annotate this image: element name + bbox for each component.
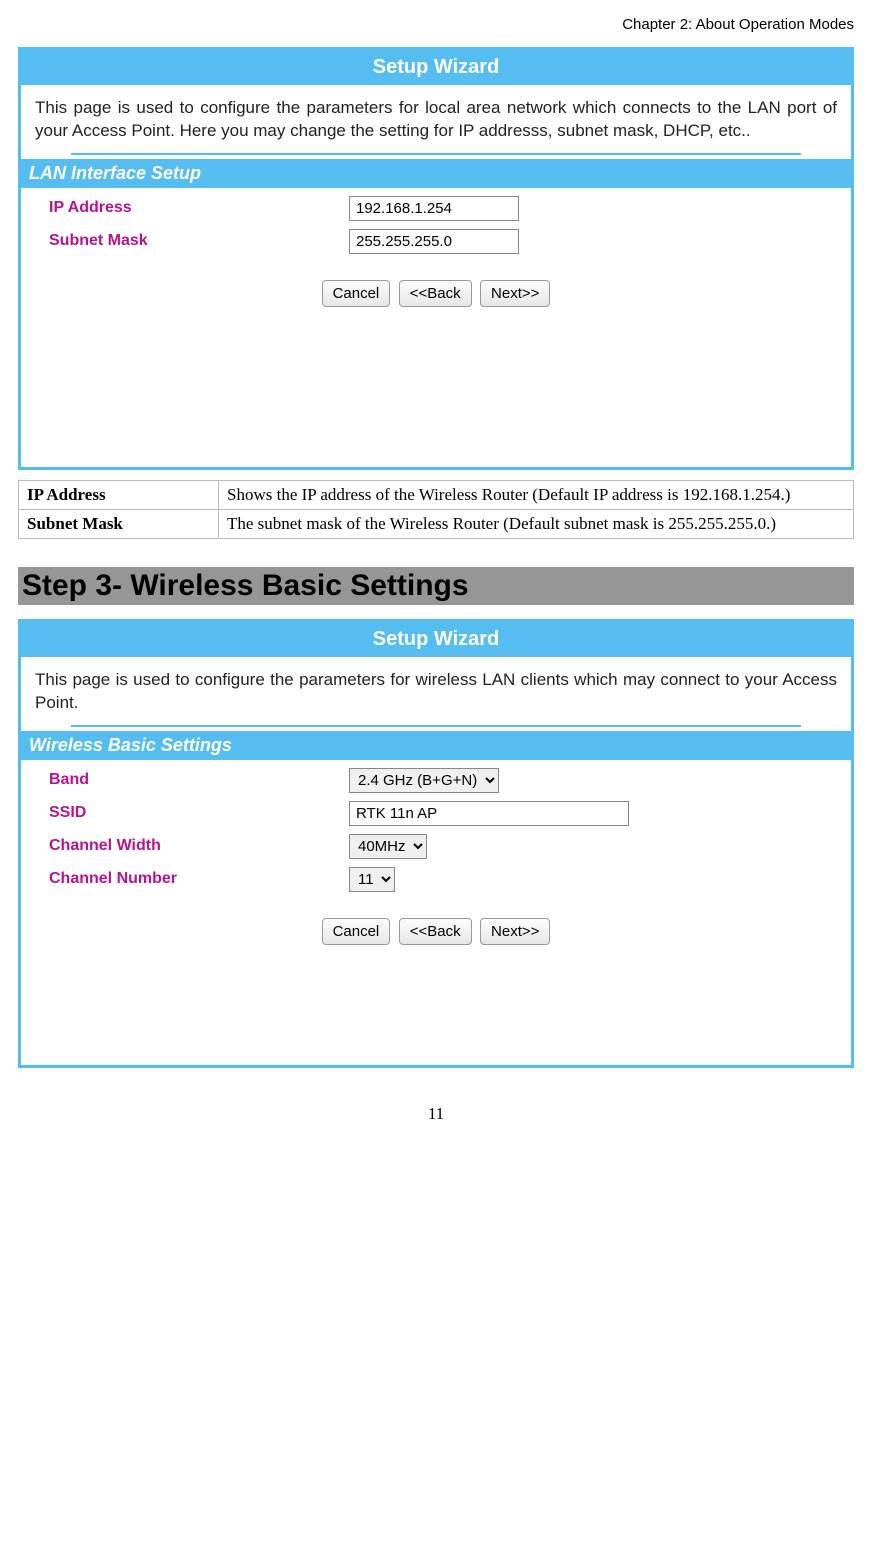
channel-number-label: Channel Number xyxy=(49,870,349,888)
def-term: Subnet Mask xyxy=(19,509,219,538)
wizard1-section: LAN Interface Setup xyxy=(21,159,851,188)
table-row: Subnet Mask The subnet mask of the Wirel… xyxy=(19,509,854,538)
wizard2-desc: This page is used to configure the param… xyxy=(21,657,851,721)
definitions-table: IP Address Shows the IP address of the W… xyxy=(18,480,854,539)
next-button[interactable]: Next>> xyxy=(480,918,550,945)
cancel-button[interactable]: Cancel xyxy=(322,918,391,945)
def-term: IP Address xyxy=(19,480,219,509)
step-heading: Step 3- Wireless Basic Settings xyxy=(18,567,854,605)
subnet-mask-label: Subnet Mask xyxy=(49,232,349,250)
channel-width-select[interactable]: 40MHz xyxy=(349,834,427,859)
wizard2-section: Wireless Basic Settings xyxy=(21,731,851,760)
table-row: IP Address Shows the IP address of the W… xyxy=(19,480,854,509)
ip-address-input[interactable] xyxy=(349,196,519,221)
page-number: 11 xyxy=(18,1078,854,1124)
def-desc: The subnet mask of the Wireless Router (… xyxy=(219,509,854,538)
wizard-lan-box: Setup Wizard This page is used to config… xyxy=(18,47,854,470)
divider xyxy=(71,153,801,155)
channel-width-label: Channel Width xyxy=(49,837,349,855)
wizard2-title: Setup Wizard xyxy=(21,622,851,657)
cancel-button[interactable]: Cancel xyxy=(322,280,391,307)
wizard1-title: Setup Wizard xyxy=(21,50,851,85)
back-button[interactable]: <<Back xyxy=(399,280,472,307)
band-label: Band xyxy=(49,771,349,789)
channel-number-select[interactable]: 11 xyxy=(349,867,395,892)
back-button[interactable]: <<Back xyxy=(399,918,472,945)
next-button[interactable]: Next>> xyxy=(480,280,550,307)
subnet-mask-input[interactable] xyxy=(349,229,519,254)
band-select[interactable]: 2.4 GHz (B+G+N) xyxy=(349,768,499,793)
ssid-input[interactable] xyxy=(349,801,629,826)
wizard1-desc: This page is used to configure the param… xyxy=(21,85,851,149)
wizard-wireless-box: Setup Wizard This page is used to config… xyxy=(18,619,854,1068)
ip-address-label: IP Address xyxy=(49,199,349,217)
ssid-label: SSID xyxy=(49,804,349,822)
divider xyxy=(71,725,801,727)
chapter-header: Chapter 2: About Operation Modes xyxy=(18,10,854,47)
def-desc: Shows the IP address of the Wireless Rou… xyxy=(219,480,854,509)
